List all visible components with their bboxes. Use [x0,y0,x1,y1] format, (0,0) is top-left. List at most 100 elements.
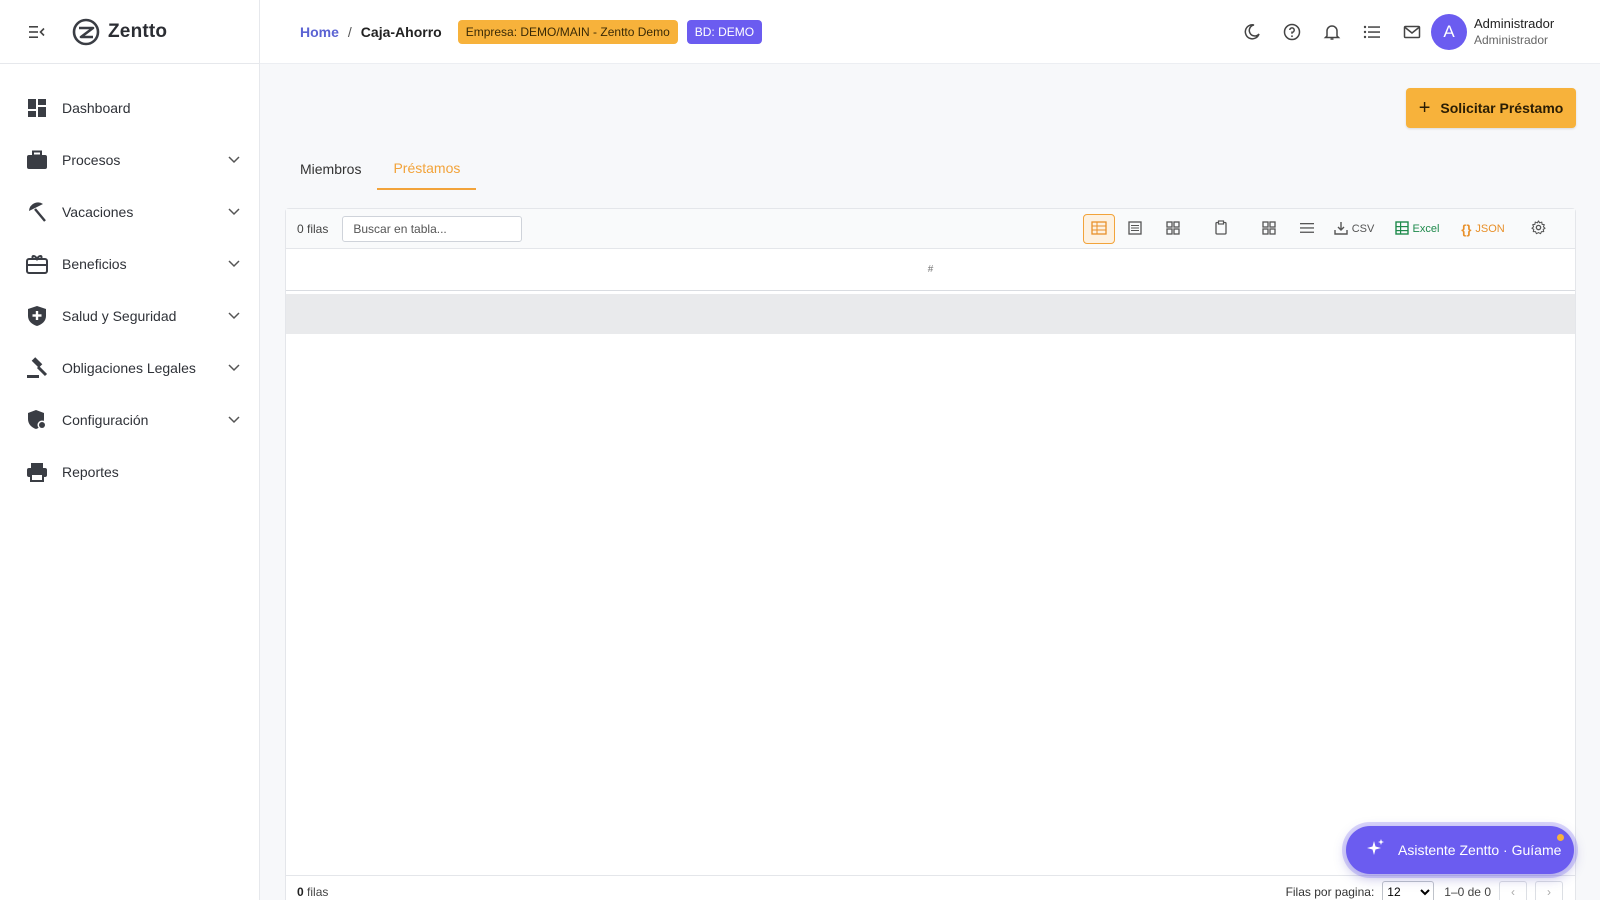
sidebar-item-reportes[interactable]: Reportes [0,446,259,498]
excel-label: Excel [1412,223,1440,235]
sidebar-item-label: Dashboard [62,100,131,116]
breadcrumb-home-link[interactable]: Home [300,24,339,40]
download-icon [1333,221,1348,238]
help-icon[interactable] [1272,12,1312,52]
sidebar-item-label: Configuración [62,412,149,428]
chevron-down-icon [227,205,241,219]
sidebar-item-label: Beneficios [62,256,127,272]
sidebar-item-obligaciones-legales[interactable]: Obligaciones Legales [0,342,259,394]
beach-umbrella-icon [26,201,48,223]
tab-prestamos[interactable]: Préstamos [377,148,477,190]
apps-grid-icon [1262,220,1276,238]
user-menu[interactable]: A Administrador Administrador [1431,14,1554,50]
solicitar-prestamo-button[interactable]: + Solicitar Préstamo [1406,88,1576,128]
row-count: 0 filas [297,221,329,236]
sidebar-item-dashboard[interactable]: Dashboard [0,82,259,134]
sidebar-item-procesos[interactable]: Procesos [0,134,259,186]
gavel-icon [26,357,48,379]
clipboard-button[interactable] [1206,215,1236,243]
printer-icon [26,461,48,483]
assistant-button[interactable]: Asistente Zentto · Guíame [1346,826,1574,874]
sidebar-item-salud-seguridad[interactable]: Salud y Seguridad [0,290,259,342]
chevron-down-icon [227,309,241,323]
list-icon[interactable] [1352,12,1392,52]
user-name: Administrador [1474,16,1555,31]
admin-shield-icon [26,409,48,431]
breadcrumb-separator: / [347,23,352,40]
column-header-index[interactable]: # [286,249,1575,291]
button-label: Solicitar Préstamo [1440,100,1564,116]
user-info: Administrador Administrador [1474,16,1554,48]
company-badge: Empresa: DEMO/MAIN - Zentto Demo [457,19,678,44]
grid-toolbar: 0 filas CSV [286,209,1575,249]
grid-settings-button[interactable] [1524,215,1552,243]
chevron-down-icon [227,257,241,271]
main-content: + Solicitar Préstamo Miembros Préstamos … [260,64,1600,900]
gear-icon [1530,220,1546,238]
spreadsheet-icon [1394,220,1409,238]
gift-card-icon [26,253,48,275]
csv-label: CSV [1351,223,1375,235]
pagination: Filas por pagina: 12 1–0 de 0 ‹ › [1286,876,1563,900]
sidebar-item-label: Obligaciones Legales [62,360,196,376]
chevron-down-icon [227,153,241,167]
grid-footer: 0 filas Filas por pagina: 12 1–0 de 0 ‹ … [286,875,1575,900]
shield-plus-icon [26,305,48,327]
footer-count-label: filas [307,884,329,899]
grid-view-icon [1166,220,1180,238]
sidebar-item-vacaciones[interactable]: Vacaciones [0,186,259,238]
footer-count-number: 0 [297,884,304,899]
sidebar-item-label: Procesos [62,152,121,168]
sidebar-item-label: Salud y Seguridad [62,308,177,324]
list-view-icon [1128,220,1142,238]
moon-icon[interactable] [1232,12,1272,52]
plus-icon: + [1418,97,1431,119]
json-label: JSON [1475,223,1505,235]
database-badge: BD: DEMO [686,19,763,44]
chevron-down-icon [227,413,241,427]
logo[interactable]: Zentto [72,18,167,46]
clipboard-icon [1215,220,1227,238]
table-row [286,294,1575,334]
sidebar-item-beneficios[interactable]: Beneficios [0,238,259,290]
sidebar-item-label: Vacaciones [62,204,134,220]
export-csv-button[interactable]: CSV [1332,215,1376,243]
previous-page-button[interactable]: ‹ [1499,881,1527,900]
table-view-button[interactable] [1083,214,1115,244]
menu-lines-icon [1300,222,1314,237]
bell-icon[interactable] [1312,12,1352,52]
export-excel-button[interactable]: Excel [1393,215,1441,243]
topbar: Home / Caja-Ahorro Empresa: DEMO/MAIN - … [260,0,1600,64]
rows-per-page-select[interactable]: 12 [1382,881,1435,900]
data-grid: 0 filas CSV [285,208,1576,900]
menu-collapse-icon[interactable] [28,23,46,41]
assistant-label: Asistente Zentto · Guíame [1398,842,1562,858]
sidebar-item-configuracion[interactable]: Configuración [0,394,259,446]
zentto-logo-icon [72,18,100,45]
tab-bar: Miembros Préstamos [284,148,477,190]
footer-row-count: 0 filas [297,885,328,899]
sparkles-icon [1366,838,1386,863]
sidebar: Zentto Dashboard Procesos Vacaciones Ben… [0,0,260,900]
rows-per-page-label: Filas por pagina: [1285,885,1375,899]
user-role: Administrador [1474,33,1549,47]
tab-miembros[interactable]: Miembros [284,148,377,190]
briefcase-icon [26,149,48,171]
page-range: 1–0 de 0 [1444,885,1491,899]
table-search-input[interactable] [342,215,523,242]
dashboard-icon [26,97,48,119]
density-button[interactable] [1292,215,1322,243]
group-button[interactable] [1254,215,1284,243]
sidebar-nav: Dashboard Procesos Vacaciones Beneficios… [0,64,259,498]
braces-icon: {} [1461,221,1472,237]
card-view-button[interactable] [1158,215,1188,243]
table-view-icon [1091,220,1107,238]
list-view-button[interactable] [1120,215,1150,243]
avatar: A [1431,14,1467,50]
notification-dot [1557,834,1564,841]
export-json-button[interactable]: {} JSON [1459,215,1507,243]
next-page-button[interactable]: › [1535,881,1563,900]
mail-icon[interactable] [1392,12,1432,52]
app-name: Zentto [108,20,168,42]
sidebar-header: Zentto [0,0,259,64]
